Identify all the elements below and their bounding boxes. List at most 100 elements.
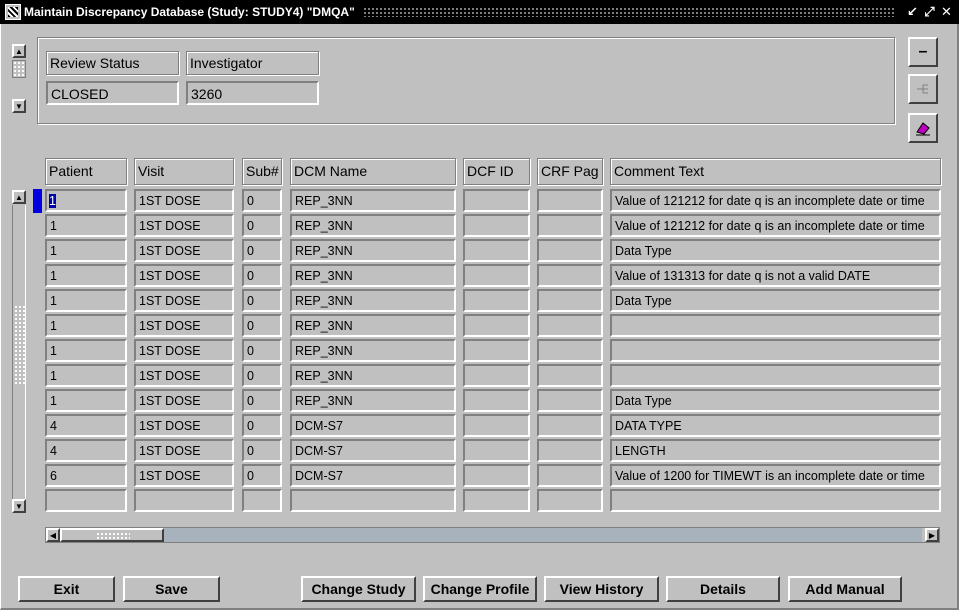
- dcm-name-cell[interactable]: REP_3NN: [290, 339, 456, 362]
- dcm-name-cell[interactable]: REP_3NN: [290, 389, 456, 412]
- hscroll-right-icon[interactable]: ▶: [925, 528, 939, 542]
- visit-cell[interactable]: [134, 489, 234, 512]
- exit-button[interactable]: Exit: [18, 576, 115, 602]
- crf-page-cell[interactable]: [537, 239, 603, 262]
- hscroll-track[interactable]: [164, 528, 922, 542]
- visit-cell[interactable]: 1ST DOSE: [134, 389, 234, 412]
- visit-cell[interactable]: 1ST DOSE: [134, 189, 234, 212]
- crf-page-cell[interactable]: [537, 314, 603, 337]
- comment-text-cell[interactable]: Data Type: [610, 389, 941, 412]
- patient-cell[interactable]: 1: [45, 189, 127, 212]
- grid-scroll-down-icon[interactable]: ▼: [12, 499, 26, 513]
- grid-scroll-thumb[interactable]: [14, 305, 25, 385]
- minimize-icon[interactable]: ↙: [904, 4, 921, 20]
- dcf-id-cell[interactable]: [463, 414, 530, 437]
- dcf-id-cell[interactable]: [463, 264, 530, 287]
- visit-cell[interactable]: 1ST DOSE: [134, 264, 234, 287]
- sub-cell[interactable]: 0: [242, 314, 282, 337]
- dcm-name-cell[interactable]: [290, 489, 456, 512]
- sub-cell[interactable]: 0: [242, 414, 282, 437]
- dcf-id-cell[interactable]: [463, 464, 530, 487]
- comment-text-cell[interactable]: Value of 131313 for date q is not a vali…: [610, 264, 941, 287]
- crf-page-cell[interactable]: [537, 214, 603, 237]
- comment-text-cell[interactable]: [610, 339, 941, 362]
- sub-cell[interactable]: 0: [242, 464, 282, 487]
- collapse-button[interactable]: –: [908, 37, 938, 67]
- visit-cell[interactable]: 1ST DOSE: [134, 214, 234, 237]
- review-status-field[interactable]: CLOSED: [46, 81, 179, 105]
- sub-cell[interactable]: 0: [242, 189, 282, 212]
- comment-text-cell[interactable]: Value of 121212 for date q is an incompl…: [610, 214, 941, 237]
- change-profile-button[interactable]: Change Profile: [423, 576, 537, 602]
- comment-text-cell[interactable]: [610, 314, 941, 337]
- hscroll-left-icon[interactable]: ◀: [46, 528, 60, 542]
- sub-cell[interactable]: 0: [242, 439, 282, 462]
- patient-cell[interactable]: 1: [45, 389, 127, 412]
- dcm-name-cell[interactable]: REP_3NN: [290, 214, 456, 237]
- dcm-name-cell[interactable]: DCM-S7: [290, 464, 456, 487]
- change-study-button[interactable]: Change Study: [301, 576, 416, 602]
- close-icon[interactable]: ✕: [938, 4, 955, 20]
- sub-cell[interactable]: 0: [242, 289, 282, 312]
- crf-page-cell[interactable]: [537, 289, 603, 312]
- crf-page-cell[interactable]: [537, 339, 603, 362]
- dcm-name-cell[interactable]: REP_3NN: [290, 364, 456, 387]
- crf-page-cell[interactable]: [537, 464, 603, 487]
- investigator-field[interactable]: 3260: [186, 81, 319, 105]
- dcm-name-cell[interactable]: DCM-S7: [290, 414, 456, 437]
- comment-text-cell[interactable]: Value of 1200 for TIMEWT is an incomplet…: [610, 464, 941, 487]
- comment-text-cell[interactable]: Data Type: [610, 289, 941, 312]
- patient-cell[interactable]: 4: [45, 439, 127, 462]
- crf-page-cell[interactable]: [537, 439, 603, 462]
- comment-text-cell[interactable]: LENGTH: [610, 439, 941, 462]
- dcf-id-cell[interactable]: [463, 239, 530, 262]
- visit-cell[interactable]: 1ST DOSE: [134, 339, 234, 362]
- eraser-button[interactable]: [908, 113, 938, 143]
- visit-cell[interactable]: 1ST DOSE: [134, 464, 234, 487]
- dcm-name-cell[interactable]: DCM-S7: [290, 439, 456, 462]
- dcf-id-cell[interactable]: [463, 489, 530, 512]
- details-button[interactable]: Details: [666, 576, 780, 602]
- dcm-name-cell[interactable]: REP_3NN: [290, 314, 456, 337]
- sub-cell[interactable]: 0: [242, 239, 282, 262]
- top-scroll-down-icon[interactable]: ▼: [12, 99, 26, 113]
- comment-text-cell[interactable]: DATA TYPE: [610, 414, 941, 437]
- grid-hscroll[interactable]: ◀ ▶: [45, 527, 940, 543]
- tree-button[interactable]: [908, 74, 938, 104]
- patient-cell[interactable]: 1: [45, 214, 127, 237]
- comment-text-cell[interactable]: Data Type: [610, 239, 941, 262]
- patient-cell[interactable]: 1: [45, 264, 127, 287]
- patient-cell[interactable]: 1: [45, 339, 127, 362]
- crf-page-cell[interactable]: [537, 189, 603, 212]
- visit-cell[interactable]: 1ST DOSE: [134, 439, 234, 462]
- crf-page-cell[interactable]: [537, 389, 603, 412]
- top-scroll-up-icon[interactable]: ▲: [12, 44, 26, 58]
- comment-text-cell[interactable]: Value of 121212 for date q is an incompl…: [610, 189, 941, 212]
- dcm-name-cell[interactable]: REP_3NN: [290, 289, 456, 312]
- patient-cell[interactable]: 1: [45, 239, 127, 262]
- dcm-name-cell[interactable]: REP_3NN: [290, 239, 456, 262]
- crf-page-cell[interactable]: [537, 414, 603, 437]
- dcm-name-cell[interactable]: REP_3NN: [290, 189, 456, 212]
- crf-page-cell[interactable]: [537, 264, 603, 287]
- top-scroll-track[interactable]: [12, 60, 26, 78]
- visit-cell[interactable]: 1ST DOSE: [134, 239, 234, 262]
- dcm-name-cell[interactable]: REP_3NN: [290, 264, 456, 287]
- grid-scroll-track[interactable]: [12, 205, 26, 499]
- visit-cell[interactable]: 1ST DOSE: [134, 414, 234, 437]
- visit-cell[interactable]: 1ST DOSE: [134, 364, 234, 387]
- dcf-id-cell[interactable]: [463, 189, 530, 212]
- add-manual-button[interactable]: Add Manual: [788, 576, 902, 602]
- hscroll-thumb[interactable]: [60, 528, 164, 542]
- dcf-id-cell[interactable]: [463, 439, 530, 462]
- crf-page-cell[interactable]: [537, 364, 603, 387]
- comment-text-cell[interactable]: [610, 489, 941, 512]
- patient-cell[interactable]: 1: [45, 364, 127, 387]
- dcf-id-cell[interactable]: [463, 314, 530, 337]
- save-button[interactable]: Save: [123, 576, 220, 602]
- patient-cell[interactable]: 6: [45, 464, 127, 487]
- dcf-id-cell[interactable]: [463, 339, 530, 362]
- dcf-id-cell[interactable]: [463, 214, 530, 237]
- sub-cell[interactable]: 0: [242, 339, 282, 362]
- patient-cell[interactable]: 1: [45, 289, 127, 312]
